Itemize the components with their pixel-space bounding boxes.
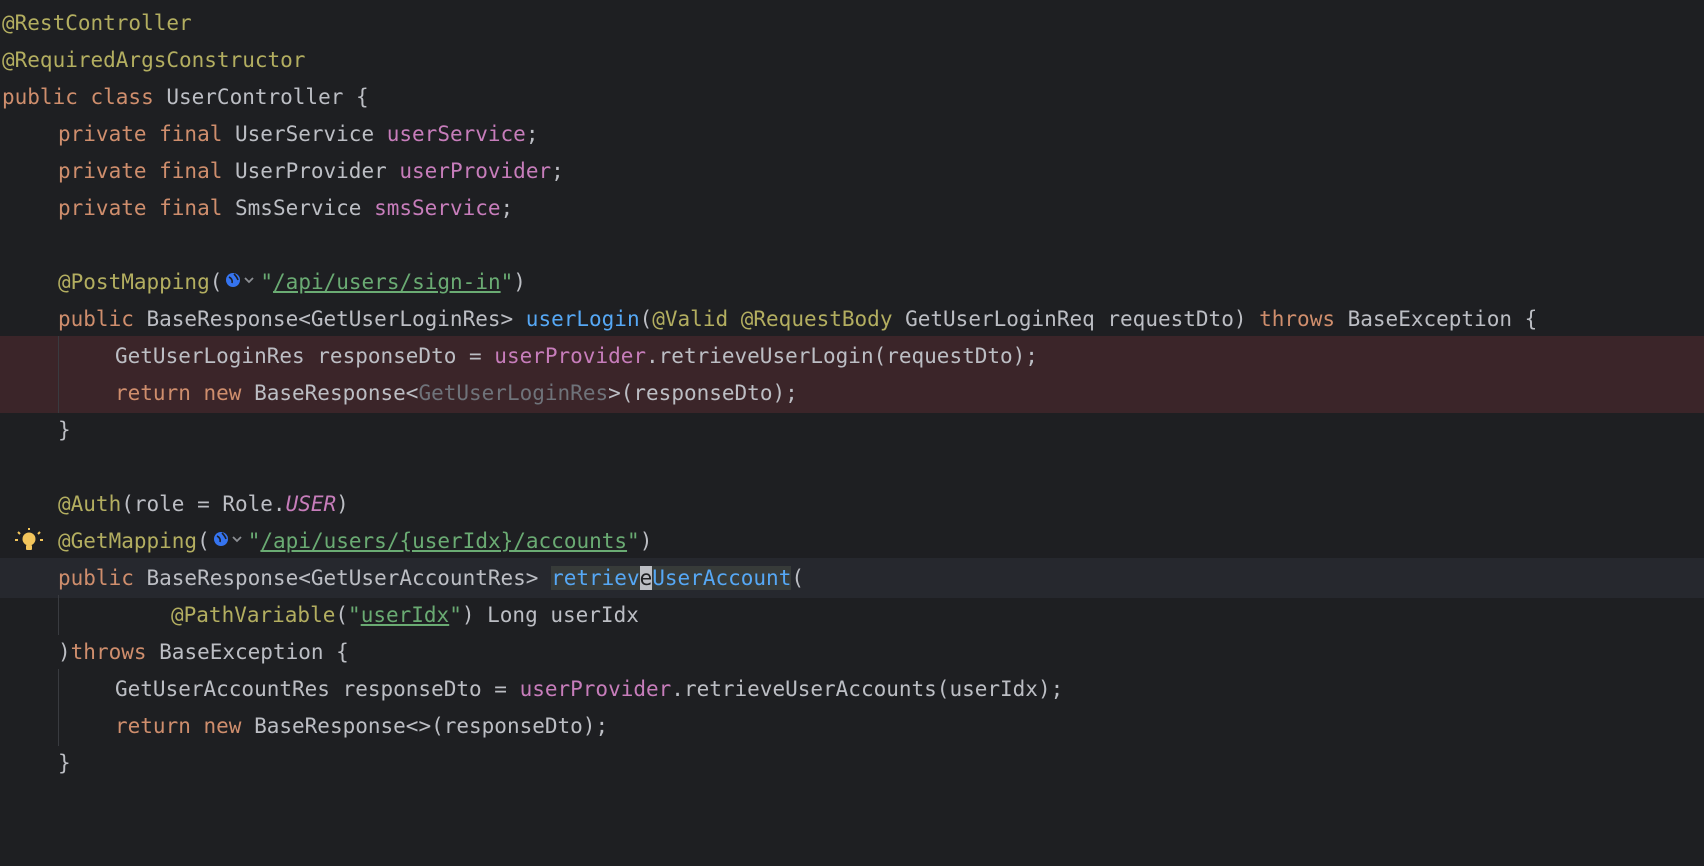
method-name-part: retriev <box>551 566 640 590</box>
keyword: return new <box>115 714 242 738</box>
url-path-link[interactable]: /api/users/{userIdx}/accounts <box>260 529 627 553</box>
enum-constant: USER <box>285 492 337 516</box>
field-name: smsService <box>374 196 501 220</box>
method-call: .retrieveUserLogin(requestDto); <box>646 344 1038 368</box>
field-name: userService <box>386 122 526 146</box>
annotation: @RestController <box>2 11 192 35</box>
keyword: public <box>58 566 134 590</box>
path-variable-link[interactable]: userIdx <box>361 603 450 627</box>
code-line-5[interactable]: private final UserProvider userProvider; <box>0 151 1704 191</box>
closing-brace: } <box>58 751 71 775</box>
field-name: userProvider <box>399 159 552 183</box>
punctuation: ) <box>336 492 349 516</box>
code-line-2[interactable]: @RequiredArgsConstructor <box>0 40 1704 80</box>
keyword: private final <box>58 196 223 220</box>
code-line-21[interactable]: } <box>0 743 1704 783</box>
indent-guide <box>58 595 59 635</box>
exception-type: BaseException { <box>146 640 349 664</box>
keyword: return new <box>115 381 242 405</box>
keyword: public class <box>2 85 154 109</box>
return-expression: BaseResponse<>(responseDto); <box>241 714 609 738</box>
code-line-3[interactable]: public class UserController { <box>0 77 1704 117</box>
declaration: GetUserAccountRes responseDto = <box>115 677 520 701</box>
punctuation: >(responseDto); <box>608 381 798 405</box>
code-line-8[interactable]: @PostMapping( "/api/users/sign-in") <box>0 262 1704 302</box>
exception-type: BaseException { <box>1334 307 1538 331</box>
keyword: throws <box>70 640 147 664</box>
type-name: SmsService <box>222 196 375 220</box>
annotation: @Valid @RequestBody <box>652 307 893 331</box>
code-line-18[interactable]: )throws BaseException { <box>0 632 1704 672</box>
punctuation: ) <box>639 529 653 553</box>
string-quote: " <box>348 603 361 627</box>
indent-guide <box>58 669 59 709</box>
field-name: userProvider <box>494 344 647 368</box>
code-line-15[interactable]: @GetMapping( "/api/users/{userIdx}/accoun… <box>0 521 1704 561</box>
return-type: BaseResponse<GetUserLoginRes> <box>133 307 526 331</box>
parameter: ) Long userIdx <box>461 603 639 627</box>
string-quote: " <box>449 603 462 627</box>
code-line-10[interactable]: GetUserLoginRes responseDto = userProvid… <box>0 336 1704 376</box>
text-caret: e <box>639 566 653 590</box>
method-name: userLogin <box>525 307 640 331</box>
annotation: @Auth <box>58 492 122 516</box>
code-line-1[interactable]: @RestController <box>0 3 1704 43</box>
annotation: @PostMapping <box>58 270 210 294</box>
code-line-12[interactable]: } <box>0 410 1704 450</box>
punctuation: ( <box>197 529 210 553</box>
parameters: GetUserLoginReq requestDto) <box>892 307 1260 331</box>
globe-icon[interactable] <box>224 263 258 303</box>
return-type: BaseResponse<GetUserAccountRes> <box>133 566 552 590</box>
code-line-16[interactable]: public BaseResponse<GetUserAccountRes> r… <box>0 558 1704 598</box>
type-name: UserProvider <box>222 159 400 183</box>
code-line-20[interactable]: return new BaseResponse<>(responseDto); <box>0 706 1704 746</box>
declaration: GetUserLoginRes responseDto = <box>115 344 495 368</box>
code-editor[interactable]: @RestController @RequiredArgsConstructor… <box>0 0 1704 844</box>
type-name: UserService <box>222 122 387 146</box>
type-name: BaseResponse< <box>241 381 419 405</box>
punctuation: ( <box>639 307 653 331</box>
annotation: @GetMapping <box>58 529 198 553</box>
method-name-selected[interactable]: retrieveUserAccount <box>551 566 792 590</box>
method-call: .retrieveUserAccounts(userIdx); <box>671 677 1064 701</box>
indent-guide <box>58 373 59 413</box>
annotation: @RequiredArgsConstructor <box>2 48 306 72</box>
code-line-11[interactable]: return new BaseResponse<GetUserLoginRes>… <box>0 373 1704 413</box>
string-quote: " <box>627 529 640 553</box>
annotation: @PathVariable <box>171 603 336 627</box>
punctuation: ; <box>551 159 564 183</box>
keyword: private final <box>58 122 223 146</box>
punctuation: ; <box>500 196 514 220</box>
annotation-args: (role = Role. <box>121 492 286 516</box>
closing-brace: } <box>58 418 71 442</box>
punctuation: ) <box>513 270 526 294</box>
code-line-19[interactable]: GetUserAccountRes responseDto = userProv… <box>0 669 1704 709</box>
keyword: public <box>58 307 134 331</box>
class-declaration: UserController { <box>153 85 369 109</box>
string-quote: " <box>500 270 514 294</box>
punctuation: ( <box>209 270 223 294</box>
globe-icon[interactable] <box>212 522 246 562</box>
keyword: throws <box>1259 307 1335 331</box>
indent-guide <box>58 336 59 376</box>
method-name-part: UserAccount <box>652 566 792 590</box>
code-line-4[interactable]: private final UserService userService; <box>0 114 1704 154</box>
punctuation: ( <box>791 566 804 590</box>
code-line-6[interactable]: private final SmsService smsService; <box>0 188 1704 228</box>
code-line-17[interactable]: @PathVariable("userIdx") Long userIdx <box>0 595 1704 635</box>
indent-guide <box>58 706 59 746</box>
punctuation: ; <box>525 122 539 146</box>
keyword: private final <box>58 159 223 183</box>
code-line-14[interactable]: @Auth(role = Role.USER) <box>0 484 1704 524</box>
string-quote: " <box>247 529 261 553</box>
code-line-9[interactable]: public BaseResponse<GetUserLoginRes> use… <box>0 299 1704 339</box>
url-path-link[interactable]: /api/users/sign-in <box>273 270 501 294</box>
punctuation: ( <box>335 603 349 627</box>
punctuation: ) <box>58 640 71 664</box>
string-quote: " <box>260 270 274 294</box>
field-name: userProvider <box>519 677 672 701</box>
redundant-type-argument: GetUserLoginRes <box>418 381 609 405</box>
